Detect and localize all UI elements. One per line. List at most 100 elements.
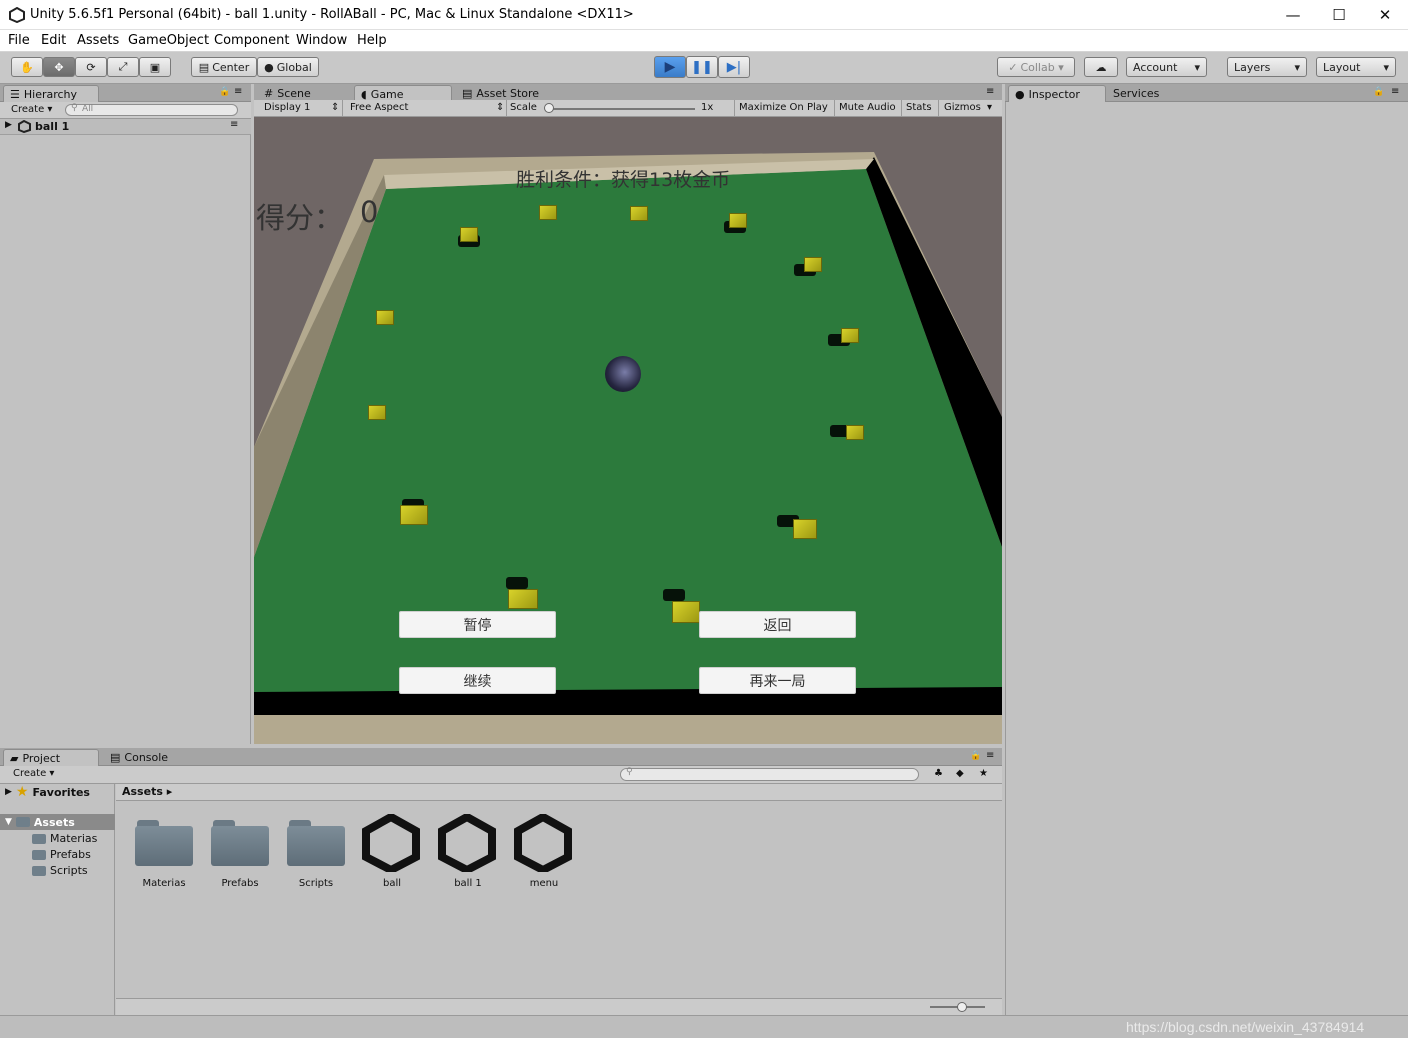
pause-game-button[interactable]: 暂停 — [399, 611, 556, 638]
chevron-down-icon[interactable]: ▾ — [987, 102, 992, 113]
asset-scene-ball-1[interactable] — [438, 814, 496, 872]
filter-label-icon[interactable]: ◆ — [956, 768, 964, 779]
tree-folder-scripts[interactable]: Scripts — [32, 864, 88, 877]
tree-folder-materias[interactable]: Materias — [32, 832, 97, 845]
asset-folder-scripts[interactable] — [287, 820, 345, 866]
lock-icon[interactable]: 🔒 — [219, 87, 230, 97]
folder-icon — [135, 826, 193, 866]
breadcrumb-assets[interactable]: Assets ▸ — [122, 785, 172, 798]
scene-tab-label: Scene — [277, 87, 311, 100]
coin-shadow — [506, 577, 528, 589]
inspector-tab-label: Inspector — [1028, 87, 1080, 101]
display-dropdown[interactable]: Display 1 — [264, 102, 310, 113]
panel-menu-icon[interactable]: ≡ — [1391, 86, 1399, 97]
tab-hierarchy[interactable]: ☰ Hierarchy — [3, 85, 99, 102]
menu-component[interactable]: Component — [214, 33, 289, 48]
rotate-tool-button[interactable]: ⟳ — [75, 57, 107, 77]
asset-folder-prefabs[interactable] — [211, 820, 269, 866]
project-search-input[interactable]: ⚲ — [620, 767, 919, 781]
grid-icon: # — [264, 87, 274, 100]
asset-scene-ball[interactable] — [362, 814, 420, 872]
scene-name: ball 1 — [35, 120, 70, 133]
coin — [804, 257, 822, 272]
space-label: Global — [276, 60, 312, 74]
play-icon: ▶ — [664, 59, 676, 75]
space-global-button[interactable]: ● Global — [257, 57, 319, 77]
coin — [539, 205, 557, 220]
stats-toggle[interactable]: Stats — [906, 102, 932, 113]
tab-inspector[interactable]: ● Inspector — [1008, 85, 1106, 102]
board-floor — [254, 169, 1002, 715]
layers-dropdown[interactable]: Layers ▾ — [1227, 57, 1307, 77]
maximize-button[interactable]: ☐ — [1316, 0, 1362, 30]
project-tab-label: Project — [22, 751, 61, 765]
hierarchy-search-input[interactable]: ⚲ All — [65, 103, 238, 116]
account-dropdown[interactable]: Account ▾ — [1126, 57, 1207, 77]
tree-folder-prefabs[interactable]: Prefabs — [32, 848, 91, 861]
unity-logo-icon — [9, 7, 25, 23]
step-button[interactable]: ▶| — [718, 56, 750, 78]
gizmos-toggle[interactable]: Gizmos — [944, 102, 981, 113]
pivot-center-button[interactable]: ▤ Center — [191, 57, 257, 77]
folder-icon — [15, 817, 30, 827]
layout-dropdown[interactable]: Layout ▾ — [1316, 57, 1396, 77]
game-view[interactable]: 胜利条件：获得13枚金币 得分： 0 暂停 返回 继续 再来一局 — [254, 117, 1002, 744]
move-tool-button[interactable]: ✥ — [43, 57, 75, 77]
aspect-dropdown[interactable]: Free Aspect — [350, 102, 408, 113]
inspector-tabbar: ● Inspector Services 🔒 ≡ — [1005, 84, 1408, 102]
panel-menu-icon[interactable]: ≡ — [986, 750, 994, 761]
back-button[interactable]: 返回 — [699, 611, 856, 638]
resume-button[interactable]: 继续 — [399, 667, 556, 694]
lock-icon[interactable]: 🔒 — [1373, 87, 1384, 97]
favorite-star-icon[interactable]: ★ — [979, 768, 988, 779]
project-assets-area: Assets ▸ Materias Prefabs Scripts ball b… — [116, 784, 1002, 1015]
menu-file[interactable]: File — [8, 33, 30, 48]
game-tab-label: Game — [370, 87, 404, 101]
cloud-button[interactable]: ☁ — [1084, 57, 1118, 77]
pause-button[interactable]: ❚❚ — [686, 56, 718, 78]
hierarchy-tabbar: ☰ Hierarchy 🔒 ≡ — [0, 84, 251, 102]
assets-root-label: Assets — [33, 815, 75, 829]
tab-project[interactable]: ▰ Project — [3, 749, 99, 766]
lock-icon[interactable]: 🔒 — [970, 751, 981, 761]
chevron-down-icon: ▾ — [1194, 60, 1200, 74]
favorites-item[interactable]: ▶ ★ Favorites — [5, 784, 90, 800]
menu-edit[interactable]: Edit — [41, 33, 66, 48]
minimize-button[interactable]: — — [1270, 0, 1316, 30]
icon-size-slider-handle[interactable] — [957, 1002, 967, 1012]
scale-slider-track[interactable] — [549, 108, 695, 110]
scale-tool-button[interactable]: ⤢ — [107, 57, 139, 77]
tab-services[interactable]: Services — [1107, 85, 1165, 102]
filter-type-icon[interactable]: ♣ — [934, 768, 943, 779]
asset-folder-materias[interactable] — [135, 820, 193, 866]
panel-menu-icon[interactable]: ≡ — [234, 86, 242, 97]
coin — [630, 206, 648, 221]
restart-button[interactable]: 再来一局 — [699, 667, 856, 694]
asset-scene-menu[interactable] — [514, 814, 572, 872]
menu-window[interactable]: Window — [296, 33, 347, 48]
play-button[interactable]: ▶ — [654, 56, 686, 78]
mute-audio-toggle[interactable]: Mute Audio — [839, 102, 896, 113]
tab-console[interactable]: ▤ Console — [104, 749, 174, 766]
assets-root-item[interactable]: ▼ Assets — [0, 814, 115, 830]
hand-tool-button[interactable]: ✋ — [11, 57, 43, 77]
search-icon: ⚲ — [626, 767, 633, 777]
scene-row[interactable]: ▶ ball 1 ≡ — [0, 119, 251, 135]
project-create-button[interactable]: Create ▾ — [13, 768, 54, 779]
triangle-right-icon[interactable]: ▶ — [5, 120, 12, 130]
close-button[interactable]: ✕ — [1362, 0, 1408, 30]
rect-tool-button[interactable]: ▣ — [139, 57, 171, 77]
score-label: 得分： — [256, 201, 344, 235]
panel-menu-icon[interactable]: ≡ — [986, 86, 994, 97]
menu-help[interactable]: Help — [357, 33, 387, 48]
hierarchy-create-button[interactable]: Create ▾ — [11, 104, 52, 115]
chevron-down-icon: ▾ — [1294, 60, 1300, 74]
coin — [729, 213, 747, 228]
menu-gameobject[interactable]: GameObject — [128, 33, 209, 48]
scale-icon: ⤢ — [118, 60, 128, 73]
collab-button[interactable]: ✓ Collab ▾ — [997, 57, 1075, 77]
scene-menu-icon[interactable]: ≡ — [230, 119, 238, 130]
menu-assets[interactable]: Assets — [77, 33, 119, 48]
scale-slider-handle[interactable] — [544, 103, 554, 113]
maximize-on-play-toggle[interactable]: Maximize On Play — [739, 102, 828, 113]
